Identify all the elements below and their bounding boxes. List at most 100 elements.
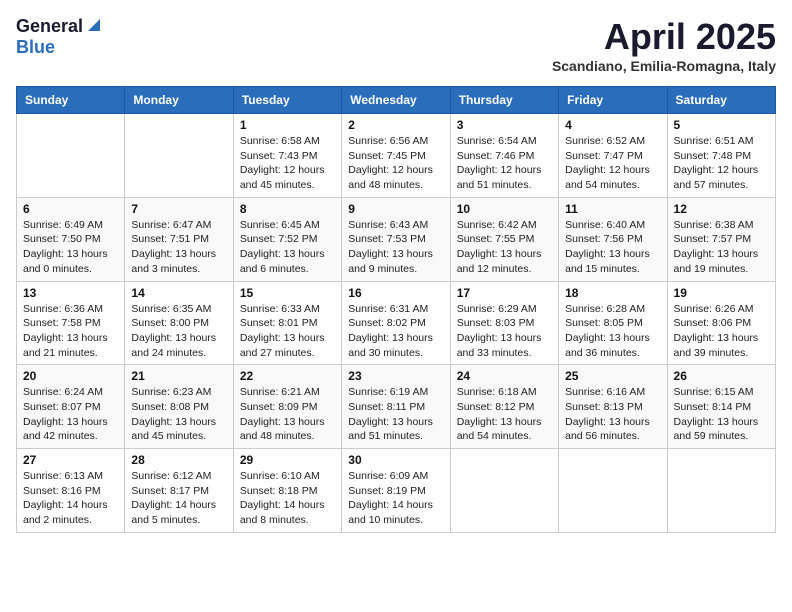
day-detail: Sunrise: 6:28 AM Sunset: 8:05 PM Dayligh… [565,302,660,361]
day-number: 4 [565,118,660,132]
day-cell: 14 Sunrise: 6:35 AM Sunset: 8:00 PM Dayli… [125,281,233,365]
day-detail: Sunrise: 6:13 AM Sunset: 8:16 PM Dayligh… [23,469,118,528]
day-detail: Sunrise: 6:35 AM Sunset: 8:00 PM Dayligh… [131,302,226,361]
day-detail: Sunrise: 6:23 AM Sunset: 8:08 PM Dayligh… [131,385,226,444]
day-number: 11 [565,202,660,216]
day-cell: 3Sunrise: 6:54 AM Sunset: 7:46 PM Daylig… [450,114,558,198]
day-detail: Sunrise: 6:43 AM Sunset: 7:53 PM Dayligh… [348,218,443,277]
logo-triangle-icon [86,17,100,36]
day-detail: Sunrise: 6:42 AM Sunset: 7:55 PM Dayligh… [457,218,552,277]
calendar-body: 1 Sunrise: 6:58 AM Sunset: 7:43 PM Daylig… [17,114,776,533]
day-cell [17,114,125,198]
day-detail: Sunrise: 6:24 AM Sunset: 8:07 PM Dayligh… [23,385,118,444]
day-number: 14 [131,286,226,300]
day-number: 20 [23,369,118,383]
day-number: 22 [240,369,335,383]
day-detail: Sunrise: 6:16 AM Sunset: 8:13 PM Dayligh… [565,385,660,444]
day-cell: 23 Sunrise: 6:19 AM Sunset: 8:11 PM Dayli… [342,365,450,449]
day-number: 18 [565,286,660,300]
header-cell-monday: Monday [125,87,233,114]
header-cell-sunday: Sunday [17,87,125,114]
day-number: 28 [131,453,226,467]
day-number: 16 [348,286,443,300]
day-number: 26 [674,369,769,383]
week-row-3: 13Sunrise: 6:36 AM Sunset: 7:58 PM Dayli… [17,281,776,365]
calendar-header: SundayMondayTuesdayWednesdayThursdayFrid… [17,87,776,114]
day-detail: Sunrise: 6:21 AM Sunset: 8:09 PM Dayligh… [240,385,335,444]
header-cell-tuesday: Tuesday [233,87,341,114]
month-title: April 2025 [552,16,776,58]
day-number: 1 [240,118,335,132]
day-cell: 22 Sunrise: 6:21 AM Sunset: 8:09 PM Dayli… [233,365,341,449]
day-number: 7 [131,202,226,216]
header-cell-saturday: Saturday [667,87,775,114]
logo: General Blue [16,16,100,58]
day-cell: 29Sunrise: 6:10 AM Sunset: 8:18 PM Dayli… [233,449,341,533]
day-cell [667,449,775,533]
day-cell: 12 Sunrise: 6:38 AM Sunset: 7:57 PM Dayli… [667,197,775,281]
day-number: 2 [348,118,443,132]
day-cell: 9 Sunrise: 6:43 AM Sunset: 7:53 PM Daylig… [342,197,450,281]
header-cell-thursday: Thursday [450,87,558,114]
day-number: 5 [674,118,769,132]
day-detail: Sunrise: 6:29 AM Sunset: 8:03 PM Dayligh… [457,302,552,361]
day-cell: 17 Sunrise: 6:29 AM Sunset: 8:03 PM Dayli… [450,281,558,365]
day-detail: Sunrise: 6:54 AM Sunset: 7:46 PM Dayligh… [457,134,552,193]
day-cell: 15 Sunrise: 6:33 AM Sunset: 8:01 PM Dayli… [233,281,341,365]
day-cell: 28 Sunrise: 6:12 AM Sunset: 8:17 PM Dayli… [125,449,233,533]
day-cell [450,449,558,533]
header-cell-friday: Friday [559,87,667,114]
day-cell: 27Sunrise: 6:13 AM Sunset: 8:16 PM Dayli… [17,449,125,533]
day-detail: Sunrise: 6:15 AM Sunset: 8:14 PM Dayligh… [674,385,769,444]
day-number: 12 [674,202,769,216]
day-cell: 8 Sunrise: 6:45 AM Sunset: 7:52 PM Daylig… [233,197,341,281]
day-cell: 30 Sunrise: 6:09 AM Sunset: 8:19 PM Dayli… [342,449,450,533]
day-number: 15 [240,286,335,300]
day-number: 25 [565,369,660,383]
day-detail: Sunrise: 6:40 AM Sunset: 7:56 PM Dayligh… [565,218,660,277]
day-detail: Sunrise: 6:56 AM Sunset: 7:45 PM Dayligh… [348,134,443,193]
day-detail: Sunrise: 6:26 AM Sunset: 8:06 PM Dayligh… [674,302,769,361]
header: General Blue April 2025 Scandiano, Emili… [16,16,776,74]
title-area: April 2025 Scandiano, Emilia-Romagna, It… [552,16,776,74]
day-number: 24 [457,369,552,383]
day-detail: Sunrise: 6:33 AM Sunset: 8:01 PM Dayligh… [240,302,335,361]
day-number: 29 [240,453,335,467]
header-cell-wednesday: Wednesday [342,87,450,114]
day-cell: 19 Sunrise: 6:26 AM Sunset: 8:06 PM Dayli… [667,281,775,365]
day-cell: 7Sunrise: 6:47 AM Sunset: 7:51 PM Daylig… [125,197,233,281]
day-cell: 11 Sunrise: 6:40 AM Sunset: 7:56 PM Dayli… [559,197,667,281]
day-detail: Sunrise: 6:52 AM Sunset: 7:47 PM Dayligh… [565,134,660,193]
day-detail: Sunrise: 6:58 AM Sunset: 7:43 PM Dayligh… [240,134,335,193]
header-row: SundayMondayTuesdayWednesdayThursdayFrid… [17,87,776,114]
day-cell: 16Sunrise: 6:31 AM Sunset: 8:02 PM Dayli… [342,281,450,365]
day-detail: Sunrise: 6:45 AM Sunset: 7:52 PM Dayligh… [240,218,335,277]
day-number: 30 [348,453,443,467]
day-number: 6 [23,202,118,216]
day-cell: 4 Sunrise: 6:52 AM Sunset: 7:47 PM Daylig… [559,114,667,198]
day-detail: Sunrise: 6:18 AM Sunset: 8:12 PM Dayligh… [457,385,552,444]
day-number: 8 [240,202,335,216]
day-number: 10 [457,202,552,216]
day-number: 17 [457,286,552,300]
calendar: SundayMondayTuesdayWednesdayThursdayFrid… [16,86,776,533]
day-number: 19 [674,286,769,300]
day-detail: Sunrise: 6:49 AM Sunset: 7:50 PM Dayligh… [23,218,118,277]
day-number: 23 [348,369,443,383]
day-cell: 26 Sunrise: 6:15 AM Sunset: 8:14 PM Dayli… [667,365,775,449]
day-detail: Sunrise: 6:09 AM Sunset: 8:19 PM Dayligh… [348,469,443,528]
week-row-5: 27Sunrise: 6:13 AM Sunset: 8:16 PM Dayli… [17,449,776,533]
day-detail: Sunrise: 6:12 AM Sunset: 8:17 PM Dayligh… [131,469,226,528]
day-cell: 13Sunrise: 6:36 AM Sunset: 7:58 PM Dayli… [17,281,125,365]
week-row-4: 20 Sunrise: 6:24 AM Sunset: 8:07 PM Dayli… [17,365,776,449]
day-detail: Sunrise: 6:51 AM Sunset: 7:48 PM Dayligh… [674,134,769,193]
day-detail: Sunrise: 6:38 AM Sunset: 7:57 PM Dayligh… [674,218,769,277]
day-number: 13 [23,286,118,300]
day-cell: 2 Sunrise: 6:56 AM Sunset: 7:45 PM Daylig… [342,114,450,198]
day-cell [125,114,233,198]
day-detail: Sunrise: 6:19 AM Sunset: 8:11 PM Dayligh… [348,385,443,444]
subtitle: Scandiano, Emilia-Romagna, Italy [552,58,776,74]
week-row-1: 1 Sunrise: 6:58 AM Sunset: 7:43 PM Daylig… [17,114,776,198]
day-number: 9 [348,202,443,216]
day-cell: 6 Sunrise: 6:49 AM Sunset: 7:50 PM Daylig… [17,197,125,281]
